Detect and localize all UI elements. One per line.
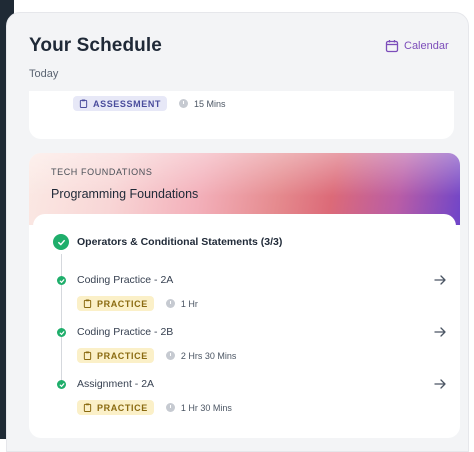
item-duration: 1 Hr 30 Mins bbox=[165, 403, 232, 413]
clock-icon bbox=[165, 351, 175, 360]
check-circle-icon bbox=[57, 276, 66, 285]
course-category: TECH FOUNDATIONS bbox=[51, 167, 153, 177]
course-title: Programming Foundations bbox=[51, 187, 199, 201]
clock-icon bbox=[165, 299, 175, 308]
item-meta: PRACTICE 1 Hr bbox=[77, 296, 198, 311]
practice-badge: PRACTICE bbox=[77, 296, 154, 311]
course-card: TECH FOUNDATIONS Programming Foundations… bbox=[29, 153, 460, 438]
assessment-meta: ASSESSMENT 15 Mins bbox=[73, 96, 226, 111]
assessment-card[interactable]: ASSESSMENT 15 Mins bbox=[29, 91, 454, 139]
calendar-label: Calendar bbox=[404, 40, 449, 52]
item-title: Assignment - 2A bbox=[77, 378, 155, 390]
calendar-icon bbox=[385, 40, 399, 53]
clipboard-icon bbox=[79, 99, 88, 108]
item-meta: PRACTICE 2 Hrs 30 Mins bbox=[77, 348, 236, 363]
timeline-line bbox=[61, 254, 62, 384]
date-label: Today bbox=[29, 68, 59, 80]
module-title: Operators & Conditional Statements (3/3) bbox=[77, 236, 283, 248]
item-duration: 1 Hr bbox=[165, 299, 198, 309]
clock-icon bbox=[179, 99, 189, 108]
item-title: Coding Practice - 2A bbox=[77, 274, 174, 286]
item-duration: 2 Hrs 30 Mins bbox=[165, 351, 236, 361]
clipboard-icon bbox=[83, 351, 92, 360]
clipboard-icon bbox=[83, 403, 92, 412]
arrow-right-icon[interactable] bbox=[433, 273, 447, 287]
calendar-button[interactable]: Calendar bbox=[385, 39, 449, 53]
item-title: Coding Practice - 2B bbox=[77, 326, 174, 338]
clock-icon bbox=[165, 403, 175, 412]
check-circle-icon bbox=[53, 234, 69, 250]
page-title: Your Schedule bbox=[29, 35, 162, 56]
module-header[interactable]: Operators & Conditional Statements (3/3) bbox=[53, 234, 282, 250]
practice-badge: PRACTICE bbox=[77, 400, 154, 415]
arrow-right-icon[interactable] bbox=[433, 325, 447, 339]
check-circle-icon bbox=[57, 328, 66, 337]
schedule-panel: Your Schedule Today Calendar ASSESSMENT … bbox=[6, 12, 469, 452]
module-section: Operators & Conditional Statements (3/3)… bbox=[33, 214, 456, 434]
clipboard-icon bbox=[83, 299, 92, 308]
arrow-right-icon[interactable] bbox=[433, 377, 447, 391]
practice-badge: PRACTICE bbox=[77, 348, 154, 363]
assessment-duration: 15 Mins bbox=[179, 99, 226, 109]
item-meta: PRACTICE 1 Hr 30 Mins bbox=[77, 400, 232, 415]
assessment-badge: ASSESSMENT bbox=[73, 96, 168, 111]
check-circle-icon bbox=[57, 380, 66, 389]
